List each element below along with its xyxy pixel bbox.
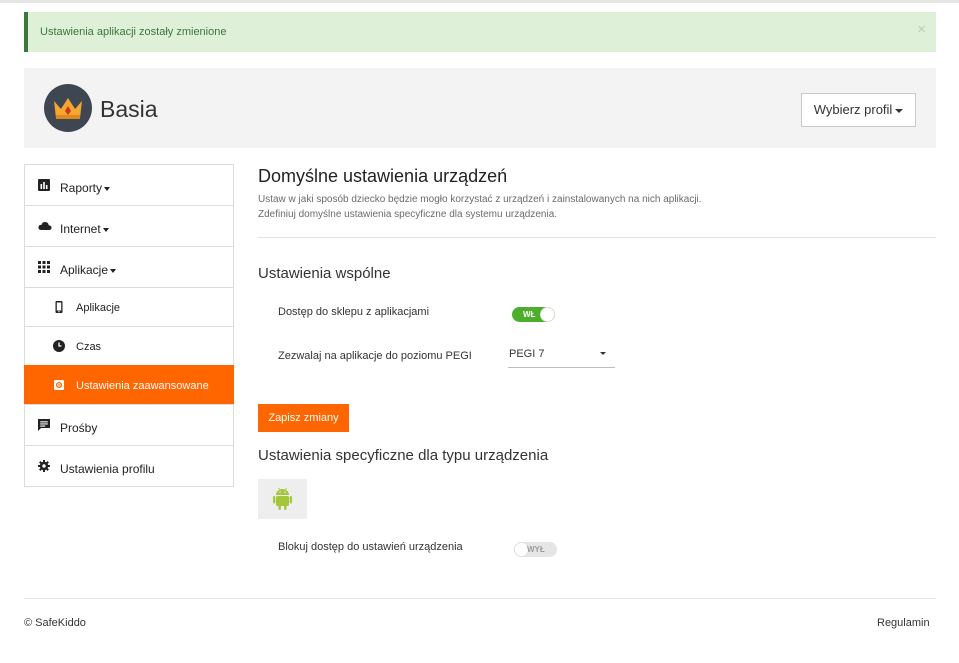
chevron-down-icon	[110, 268, 117, 273]
choose-profile-button[interactable]: Wybierz profil	[801, 93, 916, 127]
gear-icon	[54, 380, 64, 390]
sidebar-nav: Raporty Internet Aplikacje Aplikacje Cza…	[24, 164, 234, 487]
terms-link[interactable]: Regulamin	[877, 617, 930, 629]
sidebar-subitem-aplikacje[interactable]: Aplikacje	[24, 287, 234, 327]
android-icon	[273, 487, 292, 510]
sidebar-item-label: Ustawienia profilu	[60, 462, 155, 476]
divider	[258, 237, 936, 238]
footer-divider	[24, 598, 936, 599]
bar-chart-icon	[38, 179, 50, 191]
sidebar-item-prosby[interactable]: Prośby	[24, 404, 234, 446]
gear-icon	[38, 460, 50, 472]
sidebar-item-label: Aplikacje	[76, 302, 121, 314]
sidebar-item-label: Prośby	[60, 421, 98, 435]
alert-message: Ustawienia aplikacji zostały zmienione	[40, 26, 227, 38]
device-settings-title: Ustawienia specyficzne dla typu urządzen…	[258, 447, 549, 464]
message-icon	[38, 419, 50, 431]
toggle-knob	[540, 307, 555, 322]
clock-icon	[53, 340, 65, 352]
android-platform-tab[interactable]	[258, 479, 307, 519]
profile-name: Basia	[100, 96, 158, 122]
sidebar-item-label: Ustawienia zaawansowane	[76, 380, 209, 392]
sidebar-item-aplikacje[interactable]: Aplikacje	[24, 246, 234, 288]
sidebar-item-raporty[interactable]: Raporty	[24, 164, 234, 206]
sidebar-item-label: Raporty	[60, 181, 103, 195]
sidebar-item-label: Aplikacje	[60, 263, 109, 277]
description-line: Ustaw w jaki sposób dziecko będzie mogło…	[258, 194, 702, 205]
chevron-down-icon	[895, 108, 904, 113]
block-settings-toggle[interactable]: WYŁ	[514, 542, 557, 557]
success-alert: Ustawienia aplikacji zostały zmienione ×	[24, 12, 936, 52]
close-icon[interactable]: ×	[917, 21, 926, 38]
toggle-state: WŁ	[523, 310, 536, 319]
sidebar-item-internet[interactable]: Internet	[24, 205, 234, 247]
avatar	[44, 84, 92, 132]
sidebar-item-ustawienia-profilu[interactable]: Ustawienia profilu	[24, 445, 234, 487]
sidebar-item-label: Internet	[60, 222, 101, 236]
chevron-down-icon	[600, 352, 606, 355]
toggle-state: WYŁ	[527, 545, 545, 554]
save-button[interactable]: Zapisz zmiany	[258, 404, 349, 432]
grid-icon	[38, 261, 50, 273]
profile-header: Basia Wybierz profil	[24, 68, 936, 148]
pegi-label: Zezwalaj na aplikacje do poziomu PEGI	[278, 350, 472, 362]
pegi-selected-value: PEGI 7	[509, 348, 545, 360]
sidebar-item-label: Czas	[76, 341, 102, 353]
store-access-label: Dostęp do sklepu z aplikacjami	[278, 306, 430, 318]
description-line: Zdefiniuj domyślne ustawienia specyficzn…	[258, 209, 558, 220]
sidebar-subitem-czas[interactable]: Czas	[24, 326, 234, 366]
page-description: Ustaw w jaki sposób dziecko będzie mogło…	[258, 192, 702, 222]
sidebar-subitem-ustawienia-zaawansowane[interactable]: Ustawienia zaawansowane	[24, 365, 234, 405]
choose-profile-label: Wybierz profil	[813, 102, 893, 117]
store-access-toggle[interactable]: WŁ	[512, 307, 555, 322]
phone-icon	[55, 301, 63, 313]
block-settings-label: Blokuj dostęp do ustawień urządzenia	[278, 541, 463, 553]
pegi-select[interactable]: PEGI 7	[508, 344, 615, 368]
crown-icon	[54, 98, 82, 119]
page-title: Domyślne ustawienia urządzeń	[258, 166, 508, 186]
cloud-icon	[38, 221, 52, 230]
copyright-text: © SafeKiddo	[24, 617, 86, 629]
common-settings-title: Ustawienia wspólne	[258, 265, 391, 282]
chevron-down-icon	[104, 186, 111, 191]
top-divider	[0, 0, 959, 3]
chevron-down-icon	[102, 227, 109, 232]
